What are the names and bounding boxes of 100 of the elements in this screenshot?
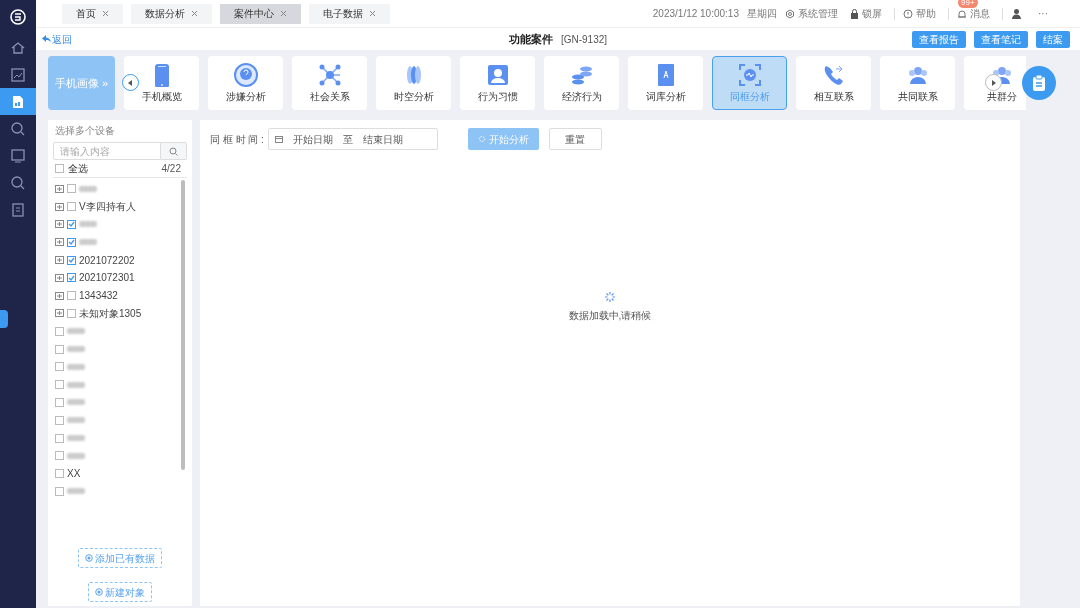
target-icon[interactable] [55,309,64,318]
checkbox[interactable] [67,308,76,318]
back-arrow-icon [42,35,51,43]
checkbox[interactable] [55,380,64,390]
checkbox[interactable] [67,220,76,229]
scrollbar-thumb[interactable] [181,180,185,470]
checkbox[interactable] [67,255,76,265]
blurred-label [79,239,97,246]
device-label[interactable]: 2021072202 [79,252,135,268]
module-card[interactable]: 社会关系 [292,56,367,110]
checkbox[interactable] [67,184,76,194]
selection-count: 4/22 [161,162,182,176]
bell-icon[interactable] [957,8,967,19]
checkbox[interactable] [55,326,64,336]
target-icon[interactable] [55,273,64,282]
blurred-label [67,363,85,370]
module-card[interactable]: 相互联系 [796,56,871,110]
checkbox[interactable] [55,415,64,425]
chart-icon[interactable] [9,65,27,84]
select-all-label[interactable]: 全选 [68,161,88,176]
checkbox[interactable] [67,202,76,212]
tab[interactable]: 首页 [62,3,123,24]
reset-button[interactable]: 重置 [548,128,602,150]
checkbox[interactable] [55,433,64,443]
device-label[interactable]: 2021072301 [79,270,135,286]
device-label[interactable]: 未知对象1305 [79,305,142,321]
file-icon[interactable] [9,200,27,219]
close-icon[interactable] [191,10,198,17]
plus-circle-icon [95,588,103,596]
device-row[interactable]: XX [53,464,187,483]
module-card[interactable]: 共同联系 [880,56,955,110]
filter-label: 同 框 时 间 : [210,132,264,147]
checkbox[interactable] [67,237,76,247]
blurred-label [67,435,85,442]
logo-icon [9,7,27,26]
user-icon[interactable] [1011,8,1022,19]
tab[interactable]: 案件中心 [220,3,301,24]
help-icon[interactable] [903,8,913,19]
close-icon[interactable] [102,10,109,17]
monitor-icon[interactable] [9,146,27,165]
checkbox[interactable] [55,469,64,479]
target-icon[interactable] [55,184,64,193]
checkbox[interactable] [67,291,76,301]
target-icon[interactable] [55,256,64,265]
lock-link[interactable]: 锁屏 [862,6,882,21]
module-card[interactable]: 行为习惯 [460,56,535,110]
help-link[interactable]: 帮助 [916,6,936,21]
clipboard-icon [1031,74,1047,92]
lock-icon[interactable] [850,8,859,19]
frame-pulse-icon [737,62,762,87]
settings-icon[interactable] [785,8,795,19]
tab[interactable]: 数据分析 [131,3,212,24]
close-icon[interactable] [280,10,287,17]
device-label[interactable]: XX [67,466,81,482]
checkbox[interactable] [67,273,76,283]
question-icon [233,62,258,87]
checkbox[interactable] [55,164,64,173]
search-field[interactable]: 请输入内容 [53,142,161,160]
module-card[interactable]: 词库分析 [628,56,703,110]
person-icon [485,62,510,87]
checkbox[interactable] [55,451,64,461]
admin-link[interactable]: 系统管理 [798,6,838,21]
back-link[interactable]: 返回 [42,31,72,47]
module-card[interactable]: 共群分 [964,56,1026,110]
expand-handle[interactable] [0,310,8,328]
search-icon[interactable] [9,173,27,192]
target-icon[interactable] [55,202,64,211]
module-card[interactable]: 涉嫌分析 [208,56,283,110]
module-card[interactable]: 经济行为 [544,56,619,110]
blurred-label [67,399,85,406]
blurred-label [67,488,85,495]
checkbox[interactable] [55,344,64,354]
panel-title: 选择多个设备 [54,124,116,138]
spinner-icon [477,135,486,143]
blurred-label [79,221,97,228]
tab[interactable]: 电子数据 [309,3,390,24]
search-icon[interactable] [9,119,27,138]
more-menu[interactable]: ··· [1038,6,1048,21]
target-icon[interactable] [55,238,64,247]
plus-circle-icon [85,554,93,562]
target-icon[interactable] [55,291,64,300]
target-icon[interactable] [55,220,64,229]
datetime: 2023/1/12 10:00:13 [652,7,739,21]
calendar-icon [274,135,283,143]
module-card[interactable]: 手机概览 [124,56,199,110]
messages-link[interactable]: 消息 [970,6,990,21]
device-label[interactable]: V李四持有人 [79,199,136,215]
checkbox[interactable] [55,486,64,496]
date-range-field[interactable]: 开始日期 至 结束日期 [267,128,438,150]
checkbox[interactable] [55,397,64,407]
blurred-label [67,452,85,459]
loading-message: 数据加载中,请稍候 [568,309,652,323]
clipboard-button[interactable] [1022,66,1056,100]
device-label[interactable]: 1343432 [79,288,118,304]
module-card[interactable]: 时空分析 [376,56,451,110]
close-icon[interactable] [369,10,376,17]
nav-item[interactable] [0,88,36,115]
checkbox[interactable] [55,362,64,372]
case-id: [GN-9132] [560,32,608,47]
search-button[interactable] [161,142,187,160]
